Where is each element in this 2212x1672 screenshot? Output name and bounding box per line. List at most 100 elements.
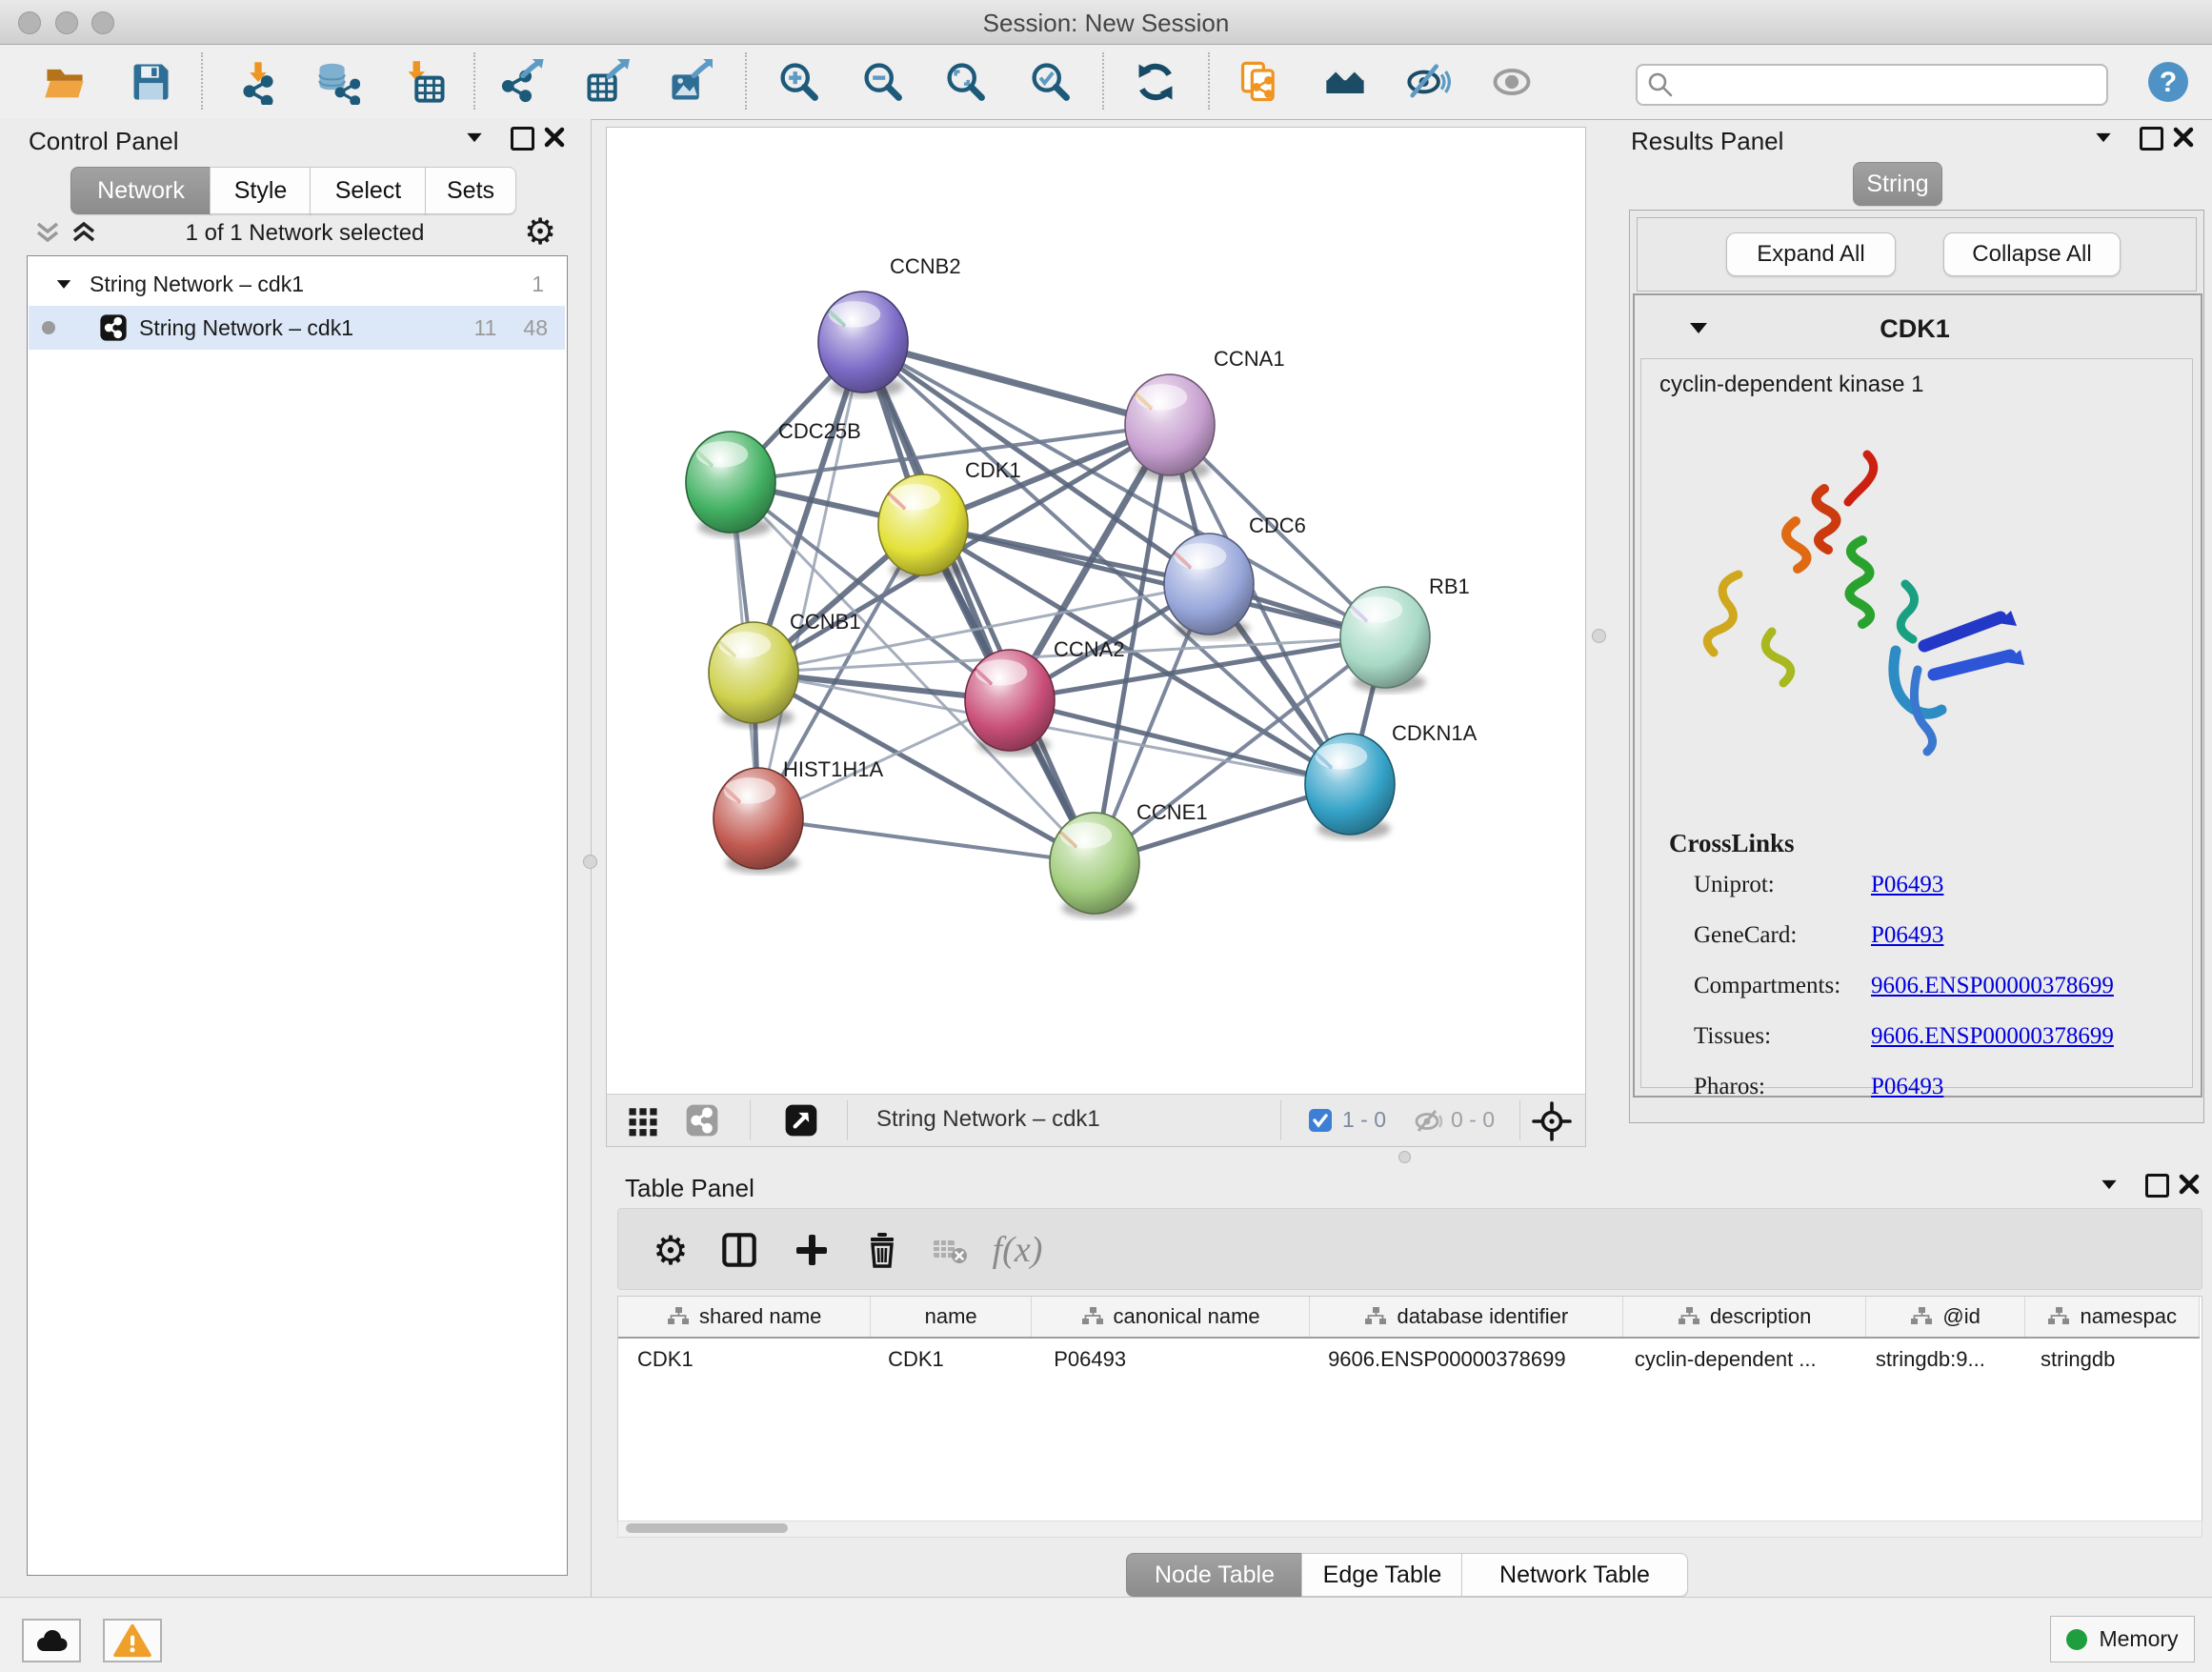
search-input[interactable] — [1679, 68, 2093, 100]
network-node-HIST1H1A[interactable]: HIST1H1A — [714, 757, 883, 874]
import-network-button[interactable] — [231, 57, 285, 107]
canvas-splitter-handle[interactable] — [1592, 629, 1606, 643]
network-node-CDC6[interactable]: CDC6 — [1164, 514, 1306, 639]
open-folder-button[interactable] — [38, 57, 91, 107]
help-button[interactable]: ? — [2142, 57, 2195, 107]
table-cell[interactable]: CDK1 — [869, 1339, 1035, 1380]
show-eye-button[interactable] — [1485, 57, 1538, 107]
zoom-out-button[interactable] — [855, 57, 909, 107]
network-collection-row[interactable]: String Network – cdk1 1 — [29, 262, 565, 306]
results-panel-float-icon[interactable] — [2096, 133, 2110, 142]
crosslink-value-link[interactable]: P06493 — [1871, 922, 1943, 949]
table-horizontal-scrollbar[interactable] — [617, 1521, 2202, 1538]
table-row[interactable]: CDK1CDK1P064939606.ENSP00000378699cyclin… — [618, 1339, 2200, 1380]
expand-all-button[interactable]: Expand All — [1726, 232, 1896, 276]
control-panel-float-icon[interactable] — [467, 133, 481, 142]
network-share-view-icon[interactable] — [683, 1101, 721, 1144]
tab-select[interactable]: Select — [310, 167, 427, 214]
network-node-CDK1[interactable]: CDK1 — [878, 458, 1021, 580]
crosslink-label: GeneCard: — [1694, 922, 1797, 949]
delete-column-trash-icon[interactable] — [856, 1224, 908, 1276]
results-panel-close-icon[interactable] — [2172, 126, 2195, 149]
fit-content-crosshair-icon[interactable] — [1531, 1100, 1573, 1147]
collapse-all-icon[interactable] — [34, 218, 61, 247]
memory-button[interactable]: Memory — [2050, 1616, 2195, 1662]
table-cell[interactable]: CDK1 — [618, 1339, 869, 1380]
warnings-button[interactable] — [103, 1619, 162, 1662]
zoom-in-button[interactable] — [772, 57, 825, 107]
show-columns-icon[interactable] — [714, 1224, 765, 1276]
column-header-shared-name[interactable]: shared name — [618, 1297, 871, 1337]
clone-network-button[interactable] — [1233, 57, 1286, 107]
vertical-splitter-handle[interactable] — [583, 855, 597, 869]
table-cell[interactable]: stringdb — [2021, 1339, 2200, 1380]
crosslink-value-link[interactable]: 9606.ENSP00000378699 — [1871, 973, 2114, 999]
export-network-button[interactable] — [496, 57, 550, 107]
network-view-toolbar: String Network – cdk1 1 - 0 0 - 0 — [606, 1094, 1586, 1147]
network-node-CDKN1A[interactable]: CDKN1A — [1305, 721, 1478, 839]
network-options-gear-icon[interactable]: ⚙ — [524, 211, 556, 252]
table-cell[interactable]: P06493 — [1035, 1339, 1309, 1380]
column-header-namespac[interactable]: namespac — [2025, 1297, 2200, 1337]
column-header-name[interactable]: name — [871, 1297, 1032, 1337]
cloud-status-button[interactable] — [22, 1619, 81, 1662]
network-edge[interactable] — [923, 525, 1385, 637]
column-header-description[interactable]: description — [1623, 1297, 1865, 1337]
tab-edge-table[interactable]: Edge Table — [1301, 1553, 1463, 1597]
export-image-button[interactable] — [663, 57, 716, 107]
selected-checkbox-icon[interactable] — [1308, 1108, 1333, 1138]
tab-network-table[interactable]: Network Table — [1461, 1553, 1688, 1597]
refresh-button[interactable] — [1129, 57, 1182, 107]
crosslink-value-link[interactable]: 9606.ENSP00000378699 — [1871, 1023, 2114, 1050]
network-node-CCNE1[interactable]: CCNE1 — [1050, 800, 1208, 918]
search-box[interactable] — [1636, 64, 2108, 106]
control-panel-close-icon[interactable] — [543, 126, 566, 149]
table-cell[interactable]: stringdb:9... — [1857, 1339, 2021, 1380]
crosslink-value-link[interactable]: P06493 — [1871, 872, 1943, 898]
network-node-CCNB2[interactable]: CCNB2 — [818, 254, 961, 397]
tab-style[interactable]: Style — [210, 167, 312, 214]
tab-network[interactable]: Network — [70, 167, 211, 214]
collapse-all-button[interactable]: Collapse All — [1943, 232, 2121, 276]
scrollbar-thumb[interactable] — [626, 1523, 788, 1533]
zoom-selected-button[interactable] — [1023, 57, 1076, 107]
collection-expand-icon[interactable] — [57, 280, 70, 289]
crosslink-value-link[interactable]: P06493 — [1871, 1074, 1943, 1100]
add-column-icon[interactable] — [786, 1224, 837, 1276]
string-network-icon — [99, 313, 128, 342]
first-neighbors-button[interactable] — [1318, 57, 1372, 107]
birdseye-view-icon[interactable] — [782, 1101, 820, 1144]
table-panel-float-icon[interactable] — [2101, 1180, 2116, 1189]
control-panel-maximize-icon[interactable] — [511, 127, 534, 151]
export-table-button[interactable] — [580, 57, 633, 107]
network-node-RB1[interactable]: RB1 — [1340, 574, 1470, 693]
tab-sets[interactable]: Sets — [425, 167, 516, 214]
tab-string[interactable]: String — [1853, 162, 1942, 206]
zoom-out-icon — [859, 59, 905, 105]
network-edge[interactable] — [758, 342, 863, 818]
import-database-button[interactable] — [311, 57, 364, 107]
memory-status-dot — [2066, 1629, 2087, 1650]
export-table-icon — [584, 59, 630, 105]
network-view-canvas[interactable]: CCNB2 CCNA1 CDC25B CDK1 CDC6 RB1 CCNB1 — [606, 127, 1586, 1096]
column-header-canonical-name[interactable]: canonical name — [1032, 1297, 1310, 1337]
column-header-database-identifier[interactable]: database identifier — [1310, 1297, 1623, 1337]
import-table-button[interactable] — [398, 57, 452, 107]
save-button[interactable] — [124, 57, 177, 107]
expand-all-icon[interactable] — [70, 218, 97, 247]
table-cell[interactable]: 9606.ENSP00000378699 — [1309, 1339, 1616, 1380]
protein-section-collapse-icon[interactable] — [1690, 323, 1707, 333]
node-table[interactable]: shared namename canonical name database … — [617, 1296, 2202, 1522]
zoom-fit-button[interactable] — [938, 57, 992, 107]
table-settings-gear-icon[interactable]: ⚙ — [645, 1224, 696, 1276]
table-panel-maximize-icon[interactable] — [2145, 1174, 2169, 1198]
table-panel-close-icon[interactable] — [2178, 1173, 2201, 1196]
column-header--id[interactable]: @id — [1866, 1297, 2026, 1337]
hide-eye-button[interactable] — [1401, 57, 1455, 107]
table-cell[interactable]: cyclin-dependent ... — [1616, 1339, 1857, 1380]
network-row[interactable]: String Network – cdk1 11 48 — [29, 306, 565, 350]
network-edge[interactable] — [758, 818, 1095, 863]
grid-view-icon[interactable] — [624, 1101, 662, 1144]
results-panel-maximize-icon[interactable] — [2140, 127, 2163, 151]
tab-node-table[interactable]: Node Table — [1126, 1553, 1303, 1597]
